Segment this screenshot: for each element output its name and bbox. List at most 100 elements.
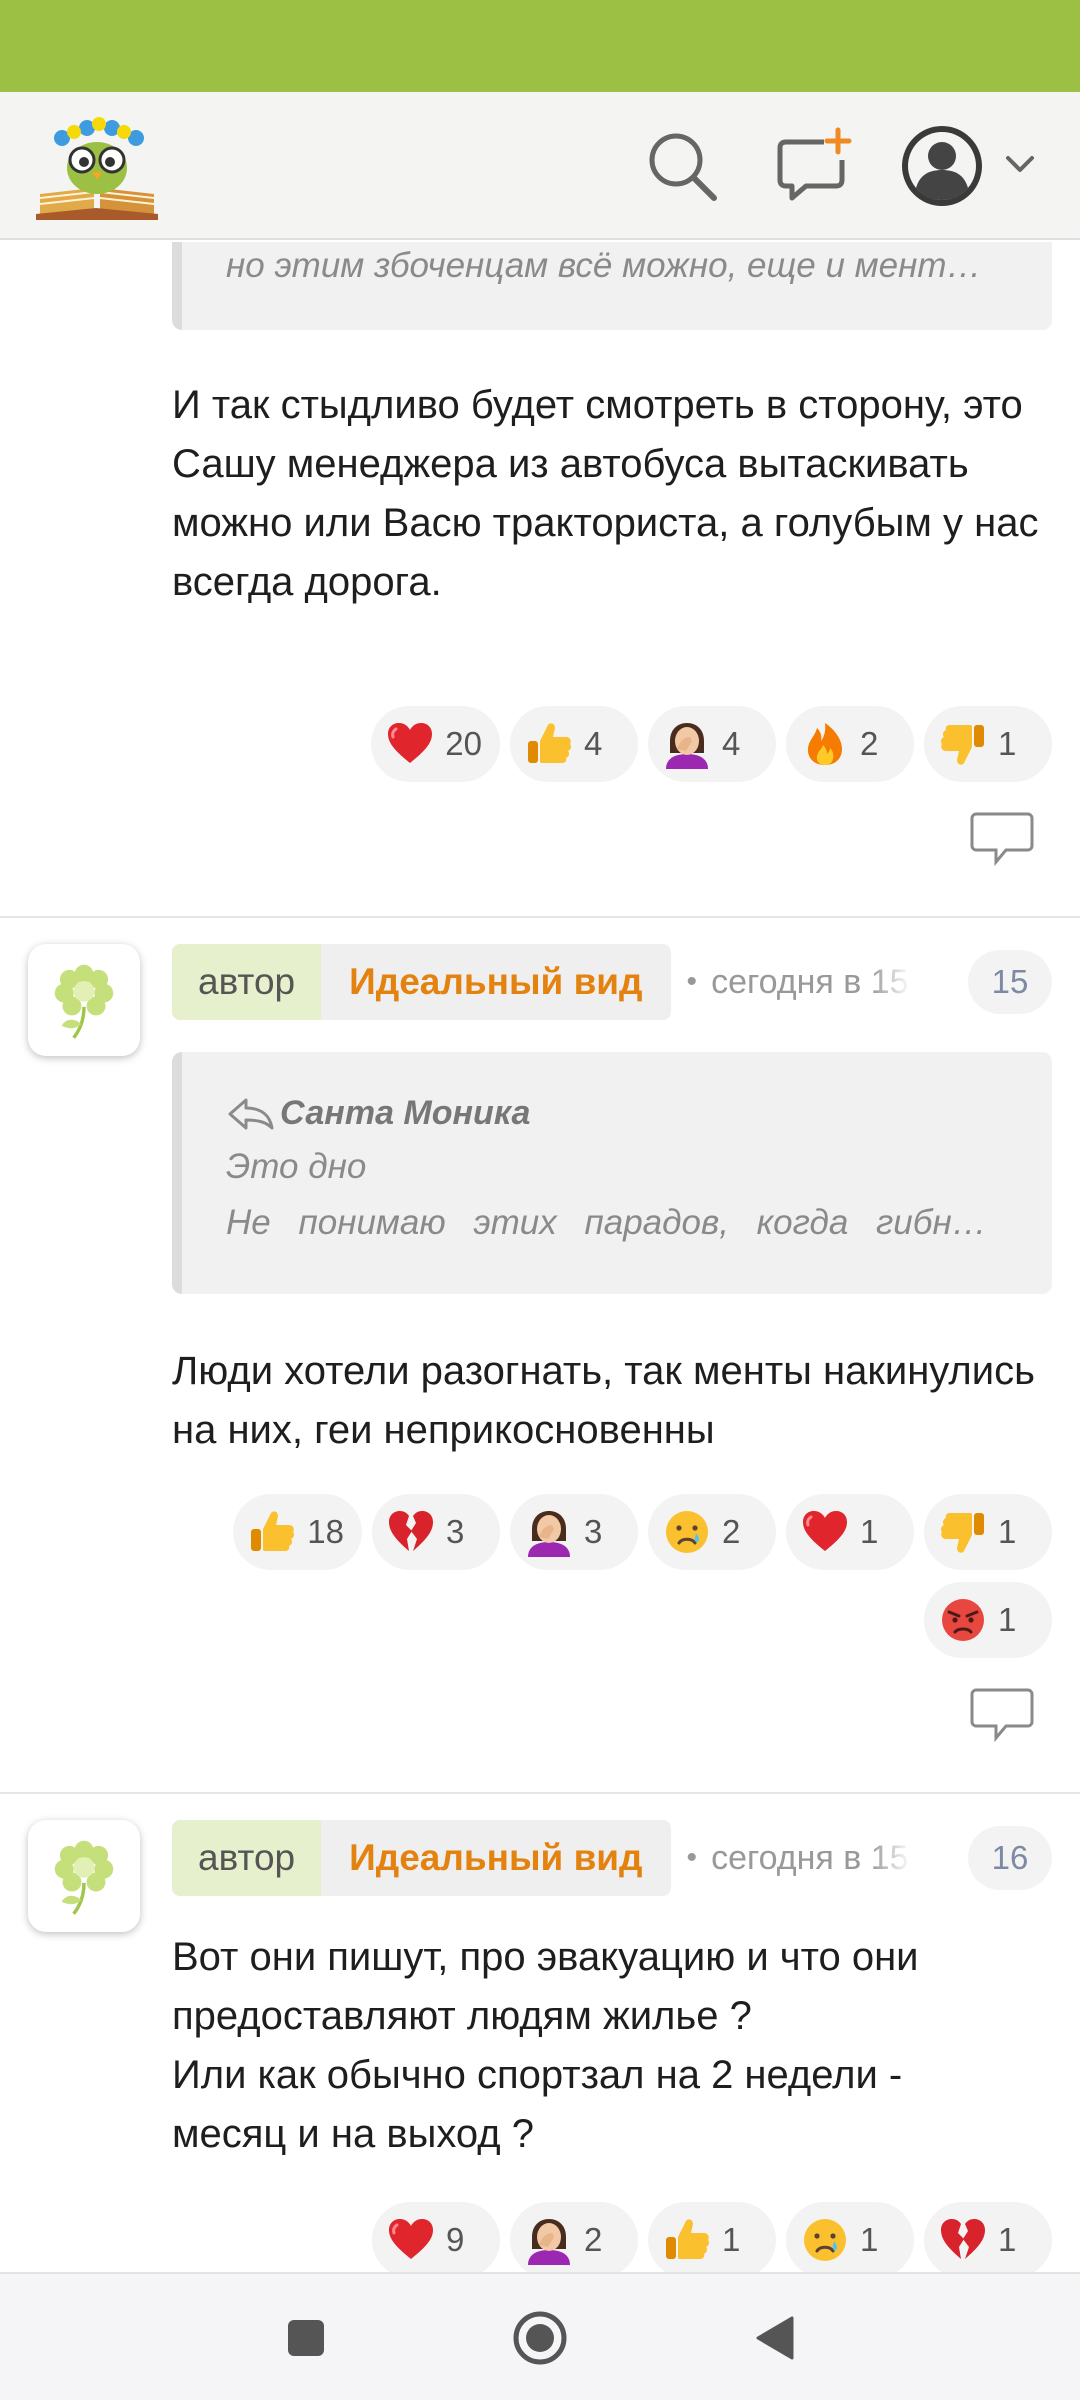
reaction-crying[interactable]: 1 <box>786 2202 914 2272</box>
reaction-fire[interactable]: 2 <box>786 706 914 782</box>
crying-icon <box>800 2215 850 2265</box>
thumbs-down-icon <box>938 1507 988 1557</box>
reaction-count: 1 <box>998 1601 1017 1638</box>
reactions-bar: 9 2 1 1 1 <box>372 2202 1052 2272</box>
comment-line: Или как обычно спортзал на 2 недели - <box>172 2053 903 2097</box>
reaction-count: 1 <box>860 1513 879 1550</box>
reaction-heart[interactable]: 9 <box>372 2202 500 2272</box>
quoted-comment[interactable]: Санта Моника Это дно Не понимаю этих пар… <box>172 1052 1052 1294</box>
broken-heart-icon <box>938 2215 988 2265</box>
reaction-thumbs-up[interactable]: 1 <box>648 2202 776 2272</box>
recent-apps-icon[interactable] <box>268 2300 344 2376</box>
author-name[interactable]: Идеальный вид <box>321 1820 671 1896</box>
reaction-thumbs-down[interactable]: 1 <box>924 706 1052 782</box>
reaction-count: 1 <box>998 1513 1017 1550</box>
separator-dot: • <box>686 1841 698 1874</box>
home-icon[interactable] <box>502 2300 578 2376</box>
reaction-crying[interactable]: 2 <box>648 1494 776 1570</box>
reaction-count: 3 <box>446 1513 465 1550</box>
reaction-count: 18 <box>307 1513 344 1550</box>
comment-time: сегодня в 15: <box>711 1838 912 1877</box>
reaction-count: 1 <box>722 2221 741 2258</box>
broken-heart-icon <box>386 1507 436 1557</box>
new-post-icon[interactable] <box>772 124 856 208</box>
crying-icon <box>662 1507 712 1557</box>
comment-number[interactable]: 16 <box>968 1826 1052 1890</box>
comment-text: Люди хотели разогнать, так менты накинул… <box>172 1349 1035 1452</box>
reaction-count: 1 <box>998 2221 1017 2258</box>
quoted-comment[interactable]: но этим збоченцам всё можно, еще и мент… <box>172 242 1052 330</box>
reactions-bar-row2: 1 <box>924 1582 1052 1658</box>
reaction-count: 20 <box>445 725 482 762</box>
quote-title: Это дно <box>226 1147 367 1186</box>
app-header <box>0 92 1080 240</box>
comment-meta: автор Идеальный вид • сегодня в 15: 15 <box>172 944 1052 1020</box>
angry-icon <box>938 1595 988 1645</box>
user-avatar-icon <box>902 126 982 206</box>
heart-icon <box>386 2215 436 2265</box>
comment-divider <box>0 1792 1080 1794</box>
back-icon[interactable] <box>736 2300 812 2376</box>
reaction-count: 4 <box>722 725 741 762</box>
thumbs-up-icon <box>662 2215 712 2265</box>
reaction-angry[interactable]: 1 <box>924 1582 1052 1658</box>
reactions-bar: 18 3 3 2 1 1 <box>233 1494 1052 1570</box>
comment-meta: автор Идеальный вид • сегодня в 15: 16 <box>172 1820 1052 1896</box>
chevron-down-icon <box>1006 156 1034 172</box>
author-name[interactable]: Идеальный вид <box>321 944 671 1020</box>
reaction-broken-heart[interactable]: 1 <box>924 2202 1052 2272</box>
reaction-thumbs-up[interactable]: 18 <box>233 1494 362 1570</box>
comment-text: Вот они пишут, про эвакуацию и что они п… <box>172 1928 1062 2164</box>
search-icon[interactable] <box>640 124 724 208</box>
reaction-heart[interactable]: 1 <box>786 1494 914 1570</box>
reaction-heart[interactable]: 20 <box>371 706 500 782</box>
comment-line: месяц и на выход ? <box>172 2112 534 2156</box>
reaction-count: 2 <box>722 1513 741 1550</box>
comment-divider <box>0 916 1080 918</box>
reply-arrow-icon <box>228 1098 274 1129</box>
comment-time: сегодня в 15: <box>711 962 912 1001</box>
owl-on-book-logo[interactable] <box>32 110 162 222</box>
reaction-count: 4 <box>584 725 603 762</box>
reaction-facepalm[interactable]: 2 <box>510 2202 638 2272</box>
avatar[interactable] <box>28 1820 140 1932</box>
quote-author-name: Санта Моника <box>280 1094 531 1132</box>
reaction-count: 9 <box>446 2221 465 2258</box>
comment-line: Вот они пишут, про эвакуацию и что они <box>172 1935 919 1979</box>
reaction-broken-heart[interactable]: 3 <box>372 1494 500 1570</box>
author-badge: автор Идеальный вид <box>172 944 671 1020</box>
reaction-count: 2 <box>860 725 879 762</box>
reaction-count: 3 <box>584 1513 603 1550</box>
flower-avatar-icon <box>41 1833 127 1919</box>
facepalm-icon <box>662 719 712 769</box>
user-menu-button[interactable] <box>898 116 1058 216</box>
thumbs-down-icon <box>938 719 988 769</box>
thumbs-up-icon <box>247 1507 297 1557</box>
reaction-thumbs-down[interactable]: 1 <box>924 1494 1052 1570</box>
reaction-count: 2 <box>584 2221 603 2258</box>
reaction-facepalm[interactable]: 3 <box>510 1494 638 1570</box>
fire-icon <box>800 719 850 769</box>
reaction-facepalm[interactable]: 4 <box>648 706 776 782</box>
reply-icon[interactable] <box>970 810 1034 866</box>
comments-feed: но этим збоченцам всё можно, еще и мент…… <box>0 242 1080 2272</box>
author-label: автор <box>172 944 322 1020</box>
reaction-count: 1 <box>860 2221 879 2258</box>
author-label: автор <box>172 1820 322 1896</box>
system-nav-bar <box>0 2272 1080 2400</box>
quote-excerpt: Не понимаю этих парадов, когда гибн… <box>226 1203 987 1242</box>
author-badge: автор Идеальный вид <box>172 1820 671 1896</box>
reaction-thumbs-up[interactable]: 4 <box>510 706 638 782</box>
comment-number[interactable]: 15 <box>968 950 1052 1014</box>
heart-icon <box>800 1507 850 1557</box>
heart-icon <box>385 719 435 769</box>
quote-text: но этим збоченцам всё можно, еще и мент… <box>226 246 982 285</box>
status-bar <box>0 0 1080 92</box>
facepalm-icon <box>524 1507 574 1557</box>
thumbs-up-icon <box>524 719 574 769</box>
avatar[interactable] <box>28 944 140 1056</box>
reply-icon[interactable] <box>970 1686 1034 1742</box>
quote-author[interactable]: Санта Моника <box>226 1094 1002 1133</box>
comment-line: предоставляют людям жилье ? <box>172 1994 752 2038</box>
flower-avatar-icon <box>41 957 127 1043</box>
